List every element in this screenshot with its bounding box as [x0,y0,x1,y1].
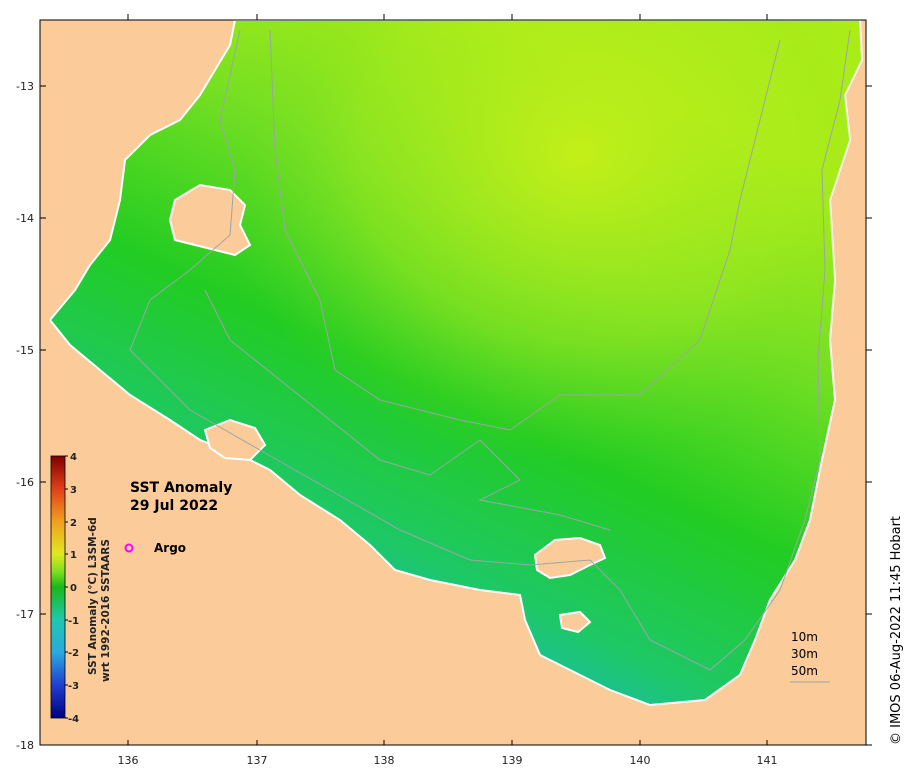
map-title: SST Anomaly [130,480,232,496]
lon-tick-label: 141 [757,754,778,767]
isobath-legend-label: 30m [791,647,818,661]
argo-legend-label: Argo [154,541,186,555]
lat-tick-label: -18 [16,739,34,752]
lat-tick-label: -14 [16,212,34,225]
isobath-legend-label: 10m [791,630,818,644]
colorbar [50,455,66,719]
lat-tick-label: -15 [16,344,34,357]
map-date: 29 Jul 2022 [130,498,218,514]
colorbar-tick-label: 4 [70,452,77,463]
lon-tick-label: 139 [502,754,523,767]
colorbar-tick-label: 3 [70,485,77,496]
lon-tick-label: 140 [630,754,651,767]
isobath-legend-label: 50m [791,664,818,678]
colorbar-tick-label: -4 [68,714,79,725]
credit-text: © IMOS 06-Aug-2022 11:45 Hobart [889,516,904,745]
colorbar-tick-label: -1 [68,616,79,627]
colorbar-tick-label: -2 [68,648,79,659]
colorbar-tick-label: 1 [70,550,77,561]
sst-anomaly-map: 136 137 138 139 140 141 -13 -14 -15 -16 … [16,14,904,767]
colorbar-tick-label: -3 [68,681,79,692]
lat-tick-label: -13 [16,80,34,93]
lon-tick-label: 136 [118,754,139,767]
lon-tick-label: 138 [374,754,395,767]
colorbar-subtitle: wrt 1992-2016 SSTAARS [100,539,112,682]
colorbar-tick-label: 2 [70,518,77,529]
lat-tick-label: -16 [16,476,34,489]
lon-tick-label: 137 [247,754,268,767]
colorbar-title: SST Anomaly (°C) L3SM-6d [87,517,99,675]
colorbar-tick-label: 0 [70,583,77,594]
lat-tick-label: -17 [16,608,34,621]
